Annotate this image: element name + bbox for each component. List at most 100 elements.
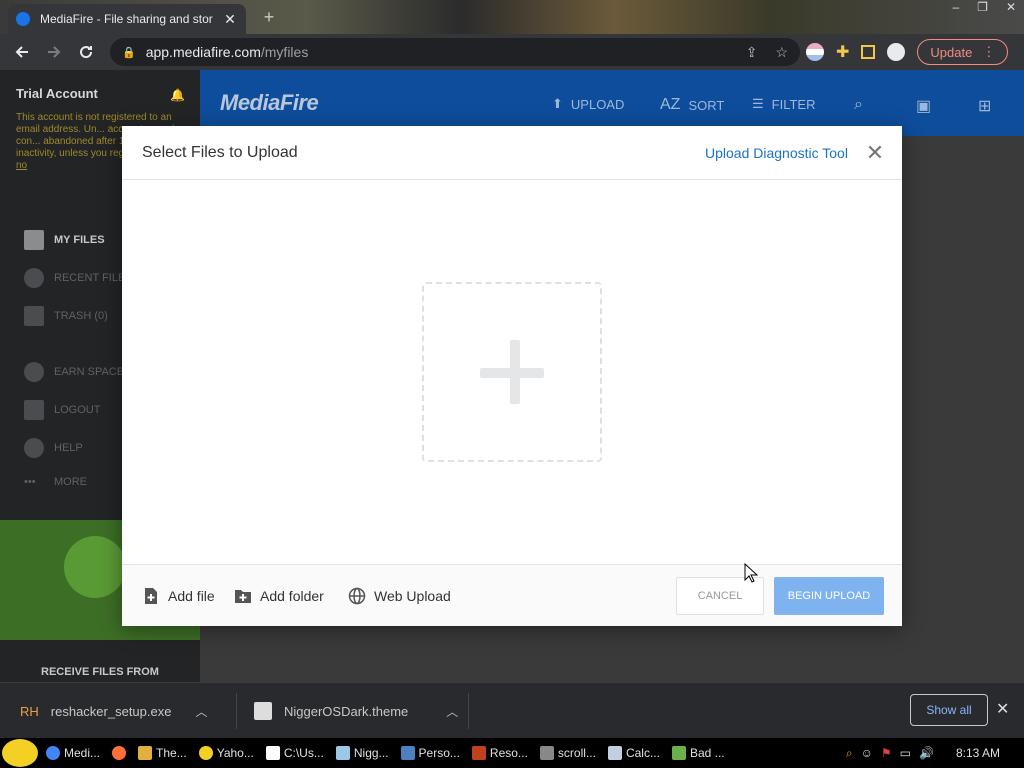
start-button[interactable] bbox=[0, 738, 40, 768]
mediafire-logo[interactable]: MediaFire bbox=[220, 90, 319, 116]
sidebar-item-trash[interactable]: TRASH (0) bbox=[24, 306, 108, 326]
logout-icon bbox=[24, 400, 44, 420]
address-bar[interactable]: 🔒 app.mediafire.com /myfiles ⇪ ☆ bbox=[110, 38, 800, 66]
download-item[interactable]: NiggerOSDark.theme ︿ bbox=[254, 683, 458, 739]
volume-icon[interactable]: 🔊 bbox=[919, 746, 934, 760]
downloads-close-icon[interactable]: ✕ bbox=[996, 699, 1009, 719]
file-drop-zone[interactable] bbox=[422, 282, 602, 462]
notepad-icon bbox=[335, 746, 350, 760]
trash-icon bbox=[24, 306, 44, 326]
calculator-icon bbox=[607, 746, 622, 760]
reload-icon[interactable] bbox=[70, 36, 102, 68]
task-label: The... bbox=[156, 746, 187, 760]
filter-label: FILTER bbox=[771, 96, 816, 112]
downloads-bar: RH reshacker_setup.exe ︿ NiggerOSDark.th… bbox=[0, 682, 1024, 738]
add-file-label: Add file bbox=[168, 588, 215, 604]
download-filename: NiggerOSDark.theme bbox=[284, 703, 409, 719]
receive-files-label: RECEIVE FILES FROM bbox=[41, 666, 159, 678]
task-bad[interactable]: Bad ... bbox=[666, 740, 731, 766]
task-scroll[interactable]: scroll... bbox=[534, 740, 602, 766]
extension-flag-icon[interactable] bbox=[806, 43, 824, 61]
update-button[interactable]: Update ⋮ bbox=[917, 39, 1009, 65]
add-folder-button[interactable]: Add folder bbox=[234, 587, 324, 605]
new-tab-button[interactable]: + bbox=[258, 6, 280, 28]
upload-icon: ⬆ bbox=[552, 96, 563, 111]
restore-icon[interactable]: ❐ bbox=[977, 0, 988, 20]
kebab-menu-icon: ⋮ bbox=[982, 44, 996, 59]
add-file-button[interactable]: Add file bbox=[142, 587, 215, 605]
web-upload-label: Web Upload bbox=[374, 588, 451, 604]
chevron-up-icon[interactable]: ︿ bbox=[195, 703, 207, 720]
search-icon[interactable]: ⌕ bbox=[846, 746, 853, 761]
chevron-up-icon[interactable]: ︿ bbox=[446, 703, 458, 720]
bookmark-star-icon[interactable]: ☆ bbox=[775, 44, 788, 61]
globe-icon bbox=[348, 587, 366, 605]
back-arrow-icon[interactable] bbox=[6, 36, 38, 68]
window-close-icon[interactable]: ✕ bbox=[1006, 0, 1016, 20]
notification-bell-icon[interactable]: 🔔 bbox=[170, 88, 185, 102]
system-tray: ⌕ ☺ ⚑ ▭ 🔊 8:13 AM bbox=[846, 738, 1024, 768]
task-yahoo[interactable]: Yaho... bbox=[193, 740, 260, 766]
document-icon bbox=[138, 746, 153, 760]
upload-diagnostic-link[interactable]: Upload Diagnostic Tool bbox=[705, 145, 848, 161]
search-icon[interactable]: ⌕ bbox=[854, 96, 863, 114]
url-host: app.mediafire.com bbox=[145, 44, 261, 60]
task-calculator[interactable]: Calc... bbox=[602, 740, 666, 766]
resource-hacker-icon: RH bbox=[20, 703, 39, 719]
url-path: /myfiles bbox=[260, 44, 309, 60]
begin-upload-button[interactable]: BEGIN UPLOAD bbox=[774, 577, 884, 615]
tab-close-icon[interactable]: ✕ bbox=[222, 11, 238, 28]
emoji-icon[interactable]: ☺ bbox=[861, 746, 873, 760]
sidebar-item-my-files[interactable]: MY FILES bbox=[24, 230, 105, 250]
extensions-puzzle-icon[interactable]: ✚ bbox=[836, 42, 849, 62]
toolbar-right: ✚ Update ⋮ bbox=[806, 38, 1009, 66]
sort-label: SORT bbox=[688, 97, 725, 113]
task-7zip[interactable]: C:\Us... bbox=[260, 740, 330, 766]
account-title: Trial Account bbox=[16, 86, 98, 101]
profile-avatar[interactable] bbox=[887, 43, 906, 61]
side-panel-icon[interactable] bbox=[861, 45, 876, 59]
new-folder-icon[interactable]: ▣ bbox=[916, 96, 931, 116]
clock[interactable]: 8:13 AM bbox=[956, 746, 1000, 760]
sidebar-item-earn-space[interactable]: EARN SPACE bbox=[24, 362, 124, 382]
filter-nav[interactable]: ☰ FILTER bbox=[752, 96, 815, 112]
sidebar-item-more[interactable]: ••• MORE bbox=[24, 476, 87, 488]
dialog-title: Select Files to Upload bbox=[142, 144, 298, 161]
mouse-cursor-icon bbox=[744, 563, 758, 583]
task-notepad[interactable]: Nigg... bbox=[330, 740, 395, 766]
chrome-icon bbox=[46, 746, 60, 760]
monitor-icon bbox=[400, 746, 415, 760]
sidebar-item-help[interactable]: HELP bbox=[24, 438, 83, 458]
grid-view-icon[interactable]: ⊞ bbox=[978, 96, 991, 116]
task-chrome[interactable]: Medi... bbox=[40, 740, 106, 766]
share-icon[interactable]: ⇪ bbox=[746, 44, 758, 61]
forward-arrow-icon[interactable] bbox=[38, 36, 70, 68]
sort-az-icon: AZ bbox=[660, 96, 681, 113]
show-all-button[interactable]: Show all bbox=[910, 694, 988, 726]
sidebar-item-recent[interactable]: RECENT FILE bbox=[24, 268, 125, 288]
add-folder-icon bbox=[235, 590, 251, 603]
taskbar: Medi... The... Yaho... C:\Us... Nigg... … bbox=[0, 738, 1024, 768]
browser-tab[interactable]: MediaFire - File sharing and stor ✕ bbox=[8, 4, 246, 34]
task-firefox[interactable] bbox=[106, 740, 132, 766]
task-personalize[interactable]: Perso... bbox=[395, 740, 466, 766]
task-reshacker[interactable]: Reso... bbox=[466, 740, 534, 766]
download-filename: reshacker_setup.exe bbox=[50, 703, 172, 719]
dialog-close-icon[interactable]: ✕ bbox=[864, 142, 886, 164]
sort-nav[interactable]: AZ SORT bbox=[660, 96, 724, 114]
task-label: Yaho... bbox=[216, 746, 254, 760]
task-the[interactable]: The... bbox=[132, 740, 193, 766]
sidebar-item-logout[interactable]: LOGOUT bbox=[24, 400, 100, 420]
network-icon[interactable]: ▭ bbox=[900, 746, 911, 760]
flag-icon[interactable]: ⚑ bbox=[881, 746, 892, 760]
sidebar-item-label: RECENT FILE bbox=[54, 272, 126, 284]
resource-hacker-icon bbox=[471, 746, 486, 760]
tab-title: MediaFire - File sharing and stor bbox=[40, 12, 213, 26]
download-item[interactable]: RH reshacker_setup.exe ︿ bbox=[20, 683, 207, 739]
dialog-footer: Add file Add folder Web Upload CANCEL BE… bbox=[122, 564, 902, 626]
minimize-icon[interactable]: – bbox=[952, 0, 959, 20]
upload-nav[interactable]: ⬆ UPLOAD bbox=[552, 96, 624, 112]
web-upload-button[interactable]: Web Upload bbox=[348, 587, 451, 605]
folder-icon bbox=[24, 230, 44, 250]
clock-icon bbox=[24, 268, 44, 288]
